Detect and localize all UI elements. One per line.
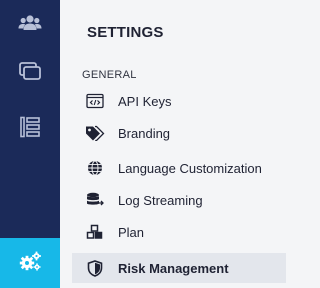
- database-icon: [84, 191, 106, 209]
- shield-icon: [84, 259, 106, 277]
- rail-settings-button[interactable]: [0, 238, 60, 288]
- windows-icon: [18, 61, 42, 86]
- tag-icon: [84, 124, 106, 142]
- menu-item-api-keys[interactable]: API Keys: [72, 86, 286, 116]
- boxes-icon: [84, 223, 106, 241]
- menu-item-label: Branding: [118, 125, 171, 141]
- page-title: SETTINGS: [87, 24, 164, 41]
- globe-icon: [84, 159, 106, 177]
- menu-item-language-customization[interactable]: Language Customization: [72, 153, 286, 183]
- rail-list-button[interactable]: [0, 104, 60, 154]
- settings-gears-icon: [18, 250, 42, 277]
- rail-windows-button[interactable]: [0, 48, 60, 98]
- settings-panel: SETTINGS GENERAL API Keys Branding Langu…: [60, 0, 286, 288]
- code-window-icon: [84, 92, 106, 110]
- menu-item-branding[interactable]: Branding: [72, 118, 286, 148]
- menu-item-log-streaming[interactable]: Log Streaming: [72, 185, 286, 215]
- menu-item-risk-management[interactable]: Risk Management: [72, 253, 286, 283]
- menu-item-label: Language Customization: [118, 160, 262, 176]
- users-icon: [18, 13, 42, 38]
- menu-item-label: Risk Management: [118, 260, 229, 276]
- menu-item-label: API Keys: [118, 93, 172, 109]
- menu-item-label: Log Streaming: [118, 192, 203, 208]
- list-icon: [19, 116, 41, 143]
- menu-item-label: Plan: [118, 224, 145, 240]
- section-heading-general: GENERAL: [82, 69, 137, 81]
- rail-users-button[interactable]: [0, 0, 60, 50]
- menu-item-plan[interactable]: Plan: [72, 217, 286, 247]
- icon-rail: [0, 0, 60, 288]
